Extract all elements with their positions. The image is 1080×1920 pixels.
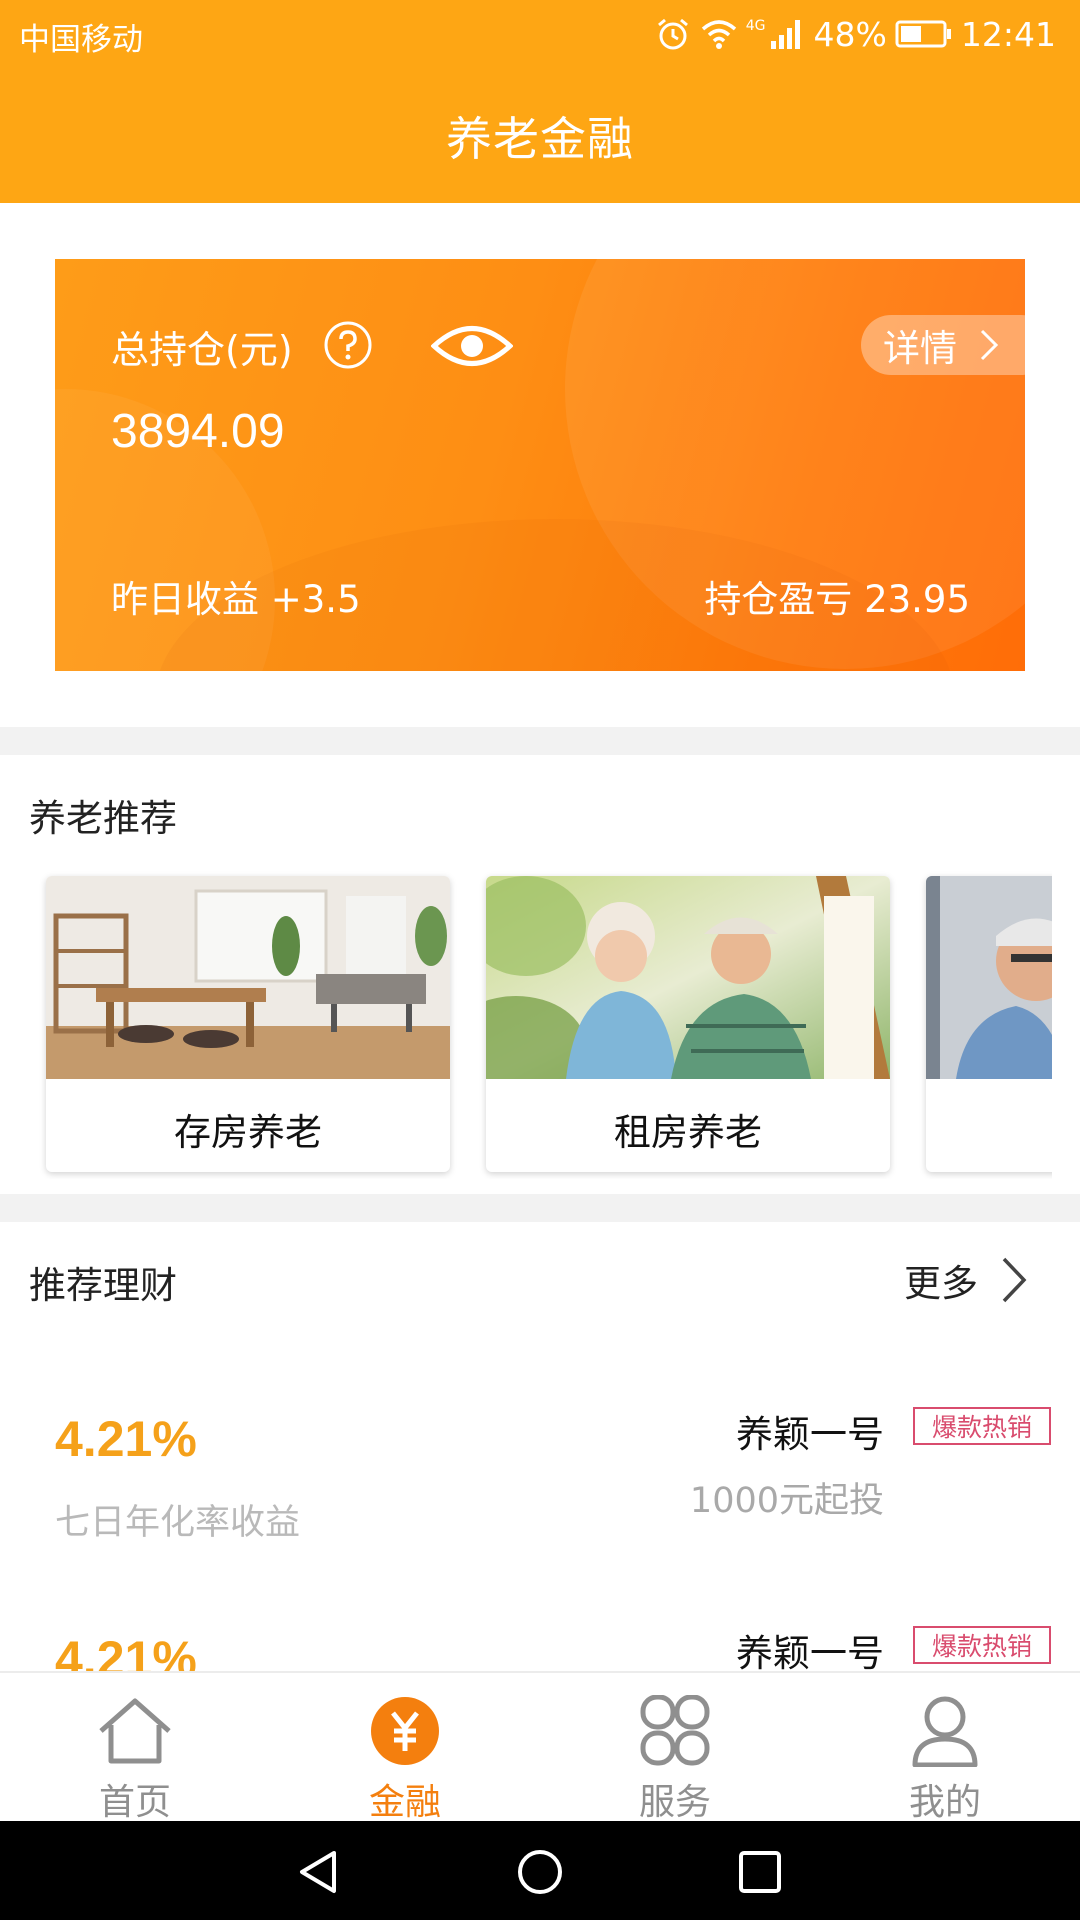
- yesterday-earnings: 昨日收益 +3.5: [111, 578, 361, 621]
- recommend-card-label: 租房养老: [614, 1111, 762, 1154]
- system-nav-bar: [0, 1821, 1080, 1920]
- more-label: 更多: [904, 1262, 978, 1305]
- tab-label: 首页: [98, 1782, 171, 1823]
- tab-home[interactable]: 首页: [0, 1673, 270, 1823]
- wifi-icon: [701, 20, 736, 49]
- details-label: 详情: [883, 327, 957, 370]
- product-rate-desc: 七日年化率收益: [55, 1503, 301, 1543]
- recommend-title: 养老推荐: [29, 797, 177, 840]
- more-button[interactable]: 更多: [904, 1253, 1028, 1307]
- products-title: 推荐理财: [29, 1264, 177, 1307]
- holding-pnl: 持仓盈亏 23.95: [704, 578, 970, 621]
- user-icon: [912, 1696, 978, 1767]
- signal-icon: [770, 20, 800, 49]
- clock: 12:41: [960, 14, 1056, 54]
- elderly-man-photo: [926, 876, 1052, 1079]
- recommend-card[interactable]: 存房养老: [46, 876, 450, 1172]
- section-divider: [0, 727, 1080, 755]
- battery-percent: 48%: [813, 14, 887, 54]
- bottom-tab-bar: 首页 金融 服务 我的: [0, 1671, 1080, 1823]
- battery-icon: [895, 20, 951, 48]
- recents-icon[interactable]: [735, 1847, 785, 1897]
- status-bar: 中国移动 4G 48% 12:41: [0, 0, 1080, 70]
- home-circle-icon[interactable]: [515, 1847, 565, 1897]
- tab-label: 金融: [368, 1782, 441, 1823]
- carrier-name: 中国移动: [19, 22, 143, 58]
- grid-icon: [640, 1695, 710, 1766]
- recommend-card-label: 存房养老: [174, 1111, 322, 1154]
- elderly-couple-painting-photo: [486, 876, 890, 1079]
- product-name: 养颖一号: [736, 1632, 884, 1675]
- holdings-card[interactable]: 总持仓(元) 详情 3894.09 昨日收益 +3.5 持仓盈亏 23.95: [55, 259, 1025, 671]
- living-room-photo: [46, 876, 450, 1079]
- tab-label: 我的: [908, 1782, 981, 1823]
- status-icons: 4G 48% 12:41: [654, 12, 1056, 56]
- eye-icon[interactable]: [431, 319, 513, 373]
- tab-label: 服务: [638, 1782, 711, 1823]
- network-type: 4G: [745, 18, 766, 34]
- tab-profile[interactable]: 我的: [810, 1673, 1080, 1823]
- page-title: 养老金融: [446, 112, 634, 166]
- alarm-icon: [657, 18, 688, 50]
- product-name: 养颖一号: [736, 1413, 884, 1456]
- holdings-value: 3894.09: [111, 405, 285, 458]
- section-divider: [0, 1194, 1080, 1222]
- holdings-label: 总持仓(元): [111, 328, 293, 372]
- back-icon[interactable]: [294, 1847, 344, 1897]
- hot-sale-badge: 爆款热销: [913, 1407, 1051, 1445]
- chevron-right-icon: [980, 329, 999, 361]
- header-bar: 中国移动 4G 48% 12:41 养老金融: [0, 0, 1080, 203]
- tab-services[interactable]: 服务: [540, 1673, 810, 1823]
- recommend-card[interactable]: 租房养老: [486, 876, 890, 1172]
- help-icon[interactable]: [323, 320, 373, 370]
- yuan-icon: [371, 1697, 439, 1765]
- tab-finance[interactable]: 金融: [270, 1673, 540, 1823]
- chevron-right-icon: [1002, 1257, 1027, 1303]
- product-rate: 4.21%: [55, 1411, 197, 1467]
- recommend-carousel[interactable]: 存房养老 租房养老: [0, 869, 1052, 1179]
- product-min-invest: 1000元起投: [689, 1481, 884, 1521]
- recommend-card[interactable]: [926, 876, 1052, 1172]
- hot-sale-badge: 爆款热销: [913, 1626, 1051, 1664]
- details-button[interactable]: 详情: [861, 315, 1025, 375]
- home-icon: [99, 1698, 171, 1764]
